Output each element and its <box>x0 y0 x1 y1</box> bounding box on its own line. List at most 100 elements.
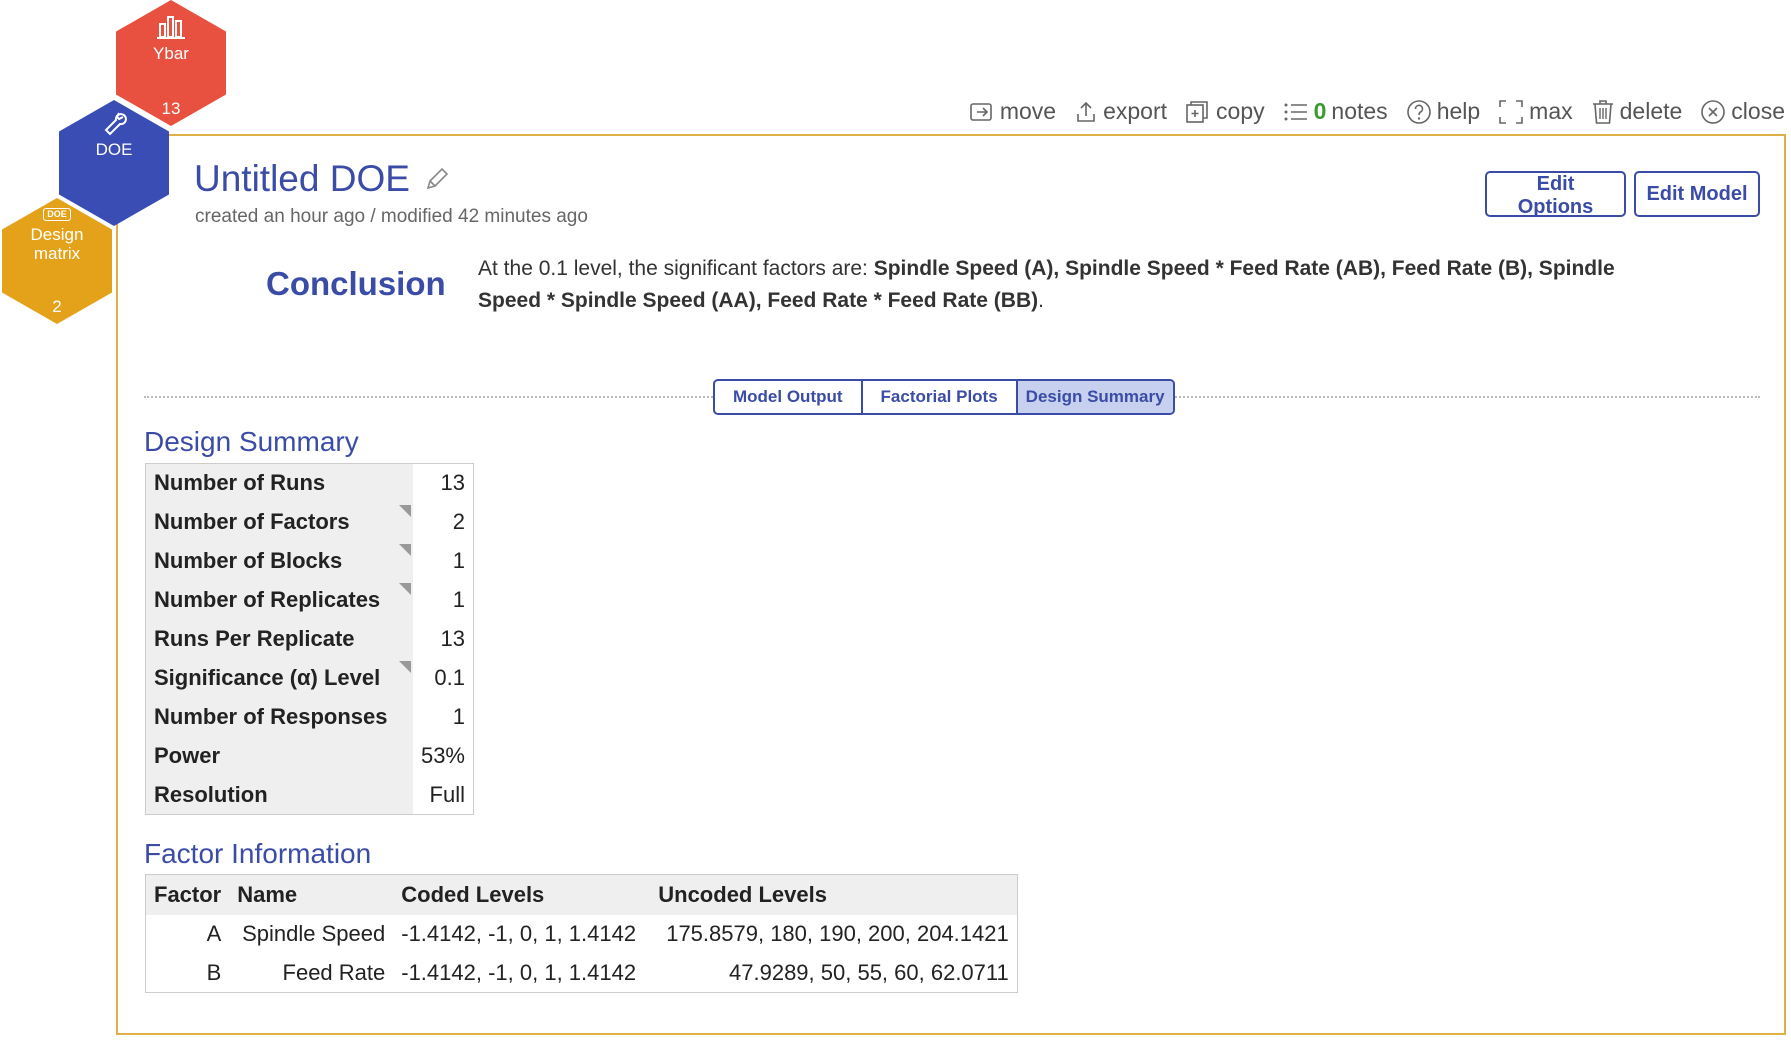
conclusion-heading: Conclusion <box>266 265 446 302</box>
design-summary-table: Number of Runs 13 Number of Factors 2 Nu… <box>145 463 474 815</box>
page: move export copy 0 notes help max delete <box>0 0 1791 1042</box>
row-label: Number of Responses <box>145 697 413 737</box>
edit-options-button[interactable]: Edit Options <box>1485 171 1626 218</box>
column-header-factor: Factor <box>145 874 230 915</box>
export-button[interactable]: export <box>1074 98 1167 125</box>
row-value: 2 <box>412 502 474 542</box>
row-label: Runs Per Replicate <box>145 619 413 659</box>
copy-label: copy <box>1216 98 1265 124</box>
table-row: Resolution Full <box>145 775 474 815</box>
delete-button[interactable]: delete <box>1591 98 1683 125</box>
row-value: 53% <box>412 736 474 776</box>
coded-levels-cell: -1.4142, -1, 0, 1, 1.4142 <box>401 921 637 946</box>
row-value: 0.1 <box>412 658 474 698</box>
design-matrix-count: 2 <box>52 297 62 316</box>
export-label: export <box>1103 98 1168 124</box>
move-button[interactable]: move <box>969 98 1056 125</box>
column-header-name: Name <box>229 874 394 915</box>
row-value: 1 <box>412 697 474 737</box>
table-row: B Feed Rate -1.4142, -1, 0, 1, 1.4142 47… <box>146 954 1018 993</box>
row-value: 1 <box>412 580 474 620</box>
row-label-text: Significance (α) Level <box>154 665 381 690</box>
table-header-row: Factor Name Coded Levels Uncoded Levels <box>145 874 1018 915</box>
delete-label: delete <box>1619 98 1683 124</box>
row-label: Number of Factors <box>145 502 413 542</box>
row-label: Number of Runs <box>145 463 413 503</box>
table-row: Significance (α) Level 0.1 <box>145 658 474 698</box>
row-label: Significance (α) Level <box>145 658 413 698</box>
table-row: Number of Responses 1 <box>145 697 474 737</box>
help-button[interactable]: help <box>1406 98 1480 125</box>
design-matrix-label-2: matrix <box>33 244 81 263</box>
factor-information-title: Factor Information <box>144 838 372 869</box>
factor-cell: B <box>206 959 222 985</box>
export-icon <box>1077 101 1095 122</box>
table-row: A Spindle Speed -1.4142, -1, 0, 1, 1.414… <box>146 915 1018 954</box>
list-icon <box>1284 103 1307 120</box>
title-row: Untitled DOE <box>194 158 450 200</box>
note-indicator-icon[interactable] <box>398 660 411 673</box>
coded-levels-cell: -1.4142, -1, 0, 1, 1.4142 <box>401 959 637 985</box>
notes-count: 0 <box>1313 98 1327 124</box>
ybar-hexagon[interactable]: Ybar 13 <box>116 0 226 126</box>
row-value: 13 <box>412 619 474 659</box>
max-label: max <box>1529 98 1573 124</box>
table-row: Runs Per Replicate 13 <box>145 619 474 659</box>
doe-badge-icon: DOE <box>43 208 71 221</box>
ybar-label: Ybar <box>153 44 189 63</box>
close-icon <box>1701 99 1726 124</box>
close-button[interactable]: close <box>1700 98 1785 125</box>
help-icon <box>1406 99 1431 124</box>
uncoded-levels-cell: 47.9289, 50, 55, 60, 62.0711 <box>729 959 1009 985</box>
pencil-icon[interactable] <box>424 166 450 192</box>
notes-button[interactable]: 0 notes <box>1283 98 1388 125</box>
row-label: Number of Replicates <box>145 580 413 620</box>
trash-icon <box>1592 99 1613 124</box>
design-matrix-hexagon[interactable]: DOE Design matrix 2 <box>2 198 112 324</box>
factor-information-table: Factor Name Coded Levels Uncoded Levels … <box>145 874 1018 993</box>
row-label-text: Number of Replicates <box>154 587 381 612</box>
row-value: Full <box>412 775 474 815</box>
name-cell: Feed Rate <box>282 959 386 985</box>
design-matrix-label-1: Design <box>30 225 84 244</box>
edit-model-button[interactable]: Edit Model <box>1634 171 1760 217</box>
toolbar: move export copy 0 notes help max delete <box>969 98 1785 125</box>
help-label: help <box>1436 98 1481 124</box>
close-label: close <box>1731 98 1785 124</box>
row-label: Number of Blocks <box>145 541 413 581</box>
max-button[interactable]: max <box>1498 98 1573 125</box>
move-icon <box>970 102 992 121</box>
note-indicator-icon[interactable] <box>398 582 411 595</box>
row-label: Power <box>145 736 413 776</box>
conclusion-text: At the 0.1 level, the significant factor… <box>478 253 1658 317</box>
table-row: Number of Runs 13 <box>145 463 474 503</box>
uncoded-levels-cell: 175.8579, 180, 190, 200, 204.1421 <box>666 921 1009 946</box>
row-label-text: Number of Blocks <box>154 548 343 573</box>
timestamp-text: created an hour ago / modified 42 minute… <box>195 206 588 227</box>
copy-button[interactable]: copy <box>1185 98 1265 125</box>
copy-icon <box>1186 100 1208 123</box>
wrench-icon <box>104 112 127 136</box>
maximize-icon <box>1499 99 1523 124</box>
tab-design-summary[interactable]: Design Summary <box>1017 381 1173 413</box>
move-label: move <box>999 98 1057 124</box>
factor-cell: A <box>206 921 222 946</box>
row-label: Resolution <box>145 775 413 815</box>
tab-factorial-plots[interactable]: Factorial Plots <box>863 381 1018 413</box>
column-header-uncoded-levels: Uncoded Levels <box>650 874 1018 915</box>
row-label-text: Number of Factors <box>154 509 350 534</box>
table-row: Power 53% <box>145 736 474 776</box>
note-indicator-icon[interactable] <box>398 543 411 556</box>
row-value: 13 <box>412 463 474 503</box>
design-summary-title: Design Summary <box>144 426 359 457</box>
note-indicator-icon[interactable] <box>398 504 411 517</box>
column-header-coded-levels: Coded Levels <box>393 874 651 915</box>
tab-model-output[interactable]: Model Output <box>715 381 863 413</box>
table-row: Number of Factors 2 <box>145 502 474 542</box>
name-cell: Spindle Speed <box>242 921 386 946</box>
conclusion-suffix: . <box>1038 289 1044 312</box>
row-value: 1 <box>412 541 474 581</box>
table-row: Number of Blocks 1 <box>145 541 474 581</box>
conclusion-prefix: At the 0.1 level, the significant factor… <box>478 257 874 280</box>
doe-label: DOE <box>95 140 133 159</box>
